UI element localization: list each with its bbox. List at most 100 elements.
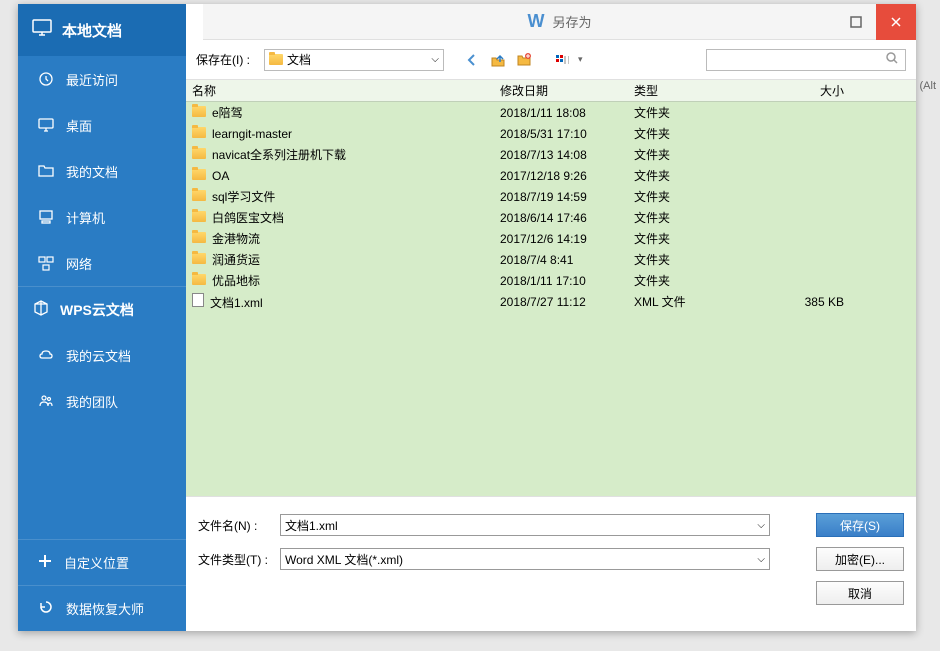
chevron-down-icon: ⌵ bbox=[431, 54, 439, 65]
folder-icon bbox=[192, 253, 206, 264]
file-name: navicat全系列注册机下载 bbox=[212, 148, 346, 162]
list-body[interactable]: e陪驾2018/1/11 18:08文件夹learngit-master2018… bbox=[186, 102, 916, 496]
folder-icon bbox=[269, 54, 283, 65]
sidebar-item-cloud-docs[interactable]: 我的云文档 bbox=[18, 332, 186, 378]
sidebar-header-local: 本地文档 bbox=[18, 4, 186, 56]
file-type: 文件夹 bbox=[628, 188, 762, 205]
search-icon bbox=[885, 51, 899, 68]
save-in-label: 保存在(I) : bbox=[196, 51, 250, 68]
folder-icon bbox=[192, 190, 206, 201]
computer-icon bbox=[38, 209, 54, 225]
folder-icon bbox=[192, 106, 206, 117]
file-type: 文件夹 bbox=[628, 230, 762, 247]
search-input[interactable] bbox=[713, 53, 885, 67]
filetype-value: Word XML 文档(*.xml) bbox=[285, 551, 403, 568]
chevron-down-icon[interactable]: ▾ bbox=[578, 54, 583, 65]
alt-hint: (Alt bbox=[920, 80, 937, 92]
file-row[interactable]: learngit-master2018/5/31 17:10文件夹 bbox=[186, 123, 916, 144]
recovery-icon bbox=[38, 599, 54, 618]
sidebar-data-recovery[interactable]: 数据恢复大师 bbox=[18, 585, 186, 631]
sidebar-custom-location[interactable]: 自定义位置 bbox=[18, 539, 186, 585]
cancel-button[interactable]: 取消 bbox=[816, 581, 904, 605]
search-box[interactable] bbox=[706, 49, 906, 71]
clock-icon bbox=[38, 71, 54, 87]
file-row[interactable]: 优品地标2018/1/11 17:10文件夹 bbox=[186, 270, 916, 291]
save-button[interactable]: 保存(S) bbox=[816, 513, 904, 537]
folder-icon bbox=[192, 211, 206, 222]
file-name: sql学习文件 bbox=[212, 190, 275, 204]
file-row[interactable]: OA2017/12/18 9:26文件夹 bbox=[186, 165, 916, 186]
file-row[interactable]: 润通货运2018/7/4 8:41文件夹 bbox=[186, 249, 916, 270]
file-date: 2018/7/27 11:12 bbox=[494, 295, 628, 309]
sidebar-spacer bbox=[18, 424, 186, 539]
list-header: 名称 修改日期 类型 大小 bbox=[186, 80, 916, 102]
chevron-down-icon: ⌵ bbox=[757, 520, 765, 531]
sidebar-item-network[interactable]: 网络 bbox=[18, 240, 186, 286]
file-name: OA bbox=[212, 169, 229, 183]
close-button[interactable] bbox=[876, 4, 916, 40]
view-list-button[interactable] bbox=[550, 48, 574, 72]
sidebar-item-label: 网络 bbox=[66, 254, 92, 273]
file-type: 文件夹 bbox=[628, 272, 762, 289]
file-type: 文件夹 bbox=[628, 209, 762, 226]
sidebar-item-label: 我的云文档 bbox=[66, 346, 131, 365]
sidebar-item-recent[interactable]: 最近访问 bbox=[18, 56, 186, 102]
sidebar-header-cloud: WPS云文档 bbox=[18, 286, 186, 332]
sidebar-item-team[interactable]: 我的团队 bbox=[18, 378, 186, 424]
folder-icon bbox=[192, 127, 206, 138]
back-button[interactable] bbox=[460, 48, 484, 72]
folder-icon bbox=[38, 163, 54, 179]
sidebar-item-label: 我的文档 bbox=[66, 162, 118, 181]
sidebar-header-label: 本地文档 bbox=[62, 20, 122, 41]
main-area: 保存在(I) : 文档 ⌵ ▾ bbox=[186, 40, 916, 631]
filetype-combo[interactable]: Word XML 文档(*.xml) ⌵ bbox=[280, 548, 770, 570]
file-icon bbox=[192, 293, 204, 307]
filetype-label: 文件类型(T) : bbox=[198, 551, 270, 568]
cloud-icon bbox=[38, 347, 54, 363]
up-button[interactable] bbox=[486, 48, 510, 72]
column-date[interactable]: 修改日期 bbox=[494, 82, 628, 99]
file-row[interactable]: navicat全系列注册机下载 2018/7/13 14:08文件夹 bbox=[186, 144, 916, 165]
sidebar-item-documents[interactable]: 我的文档 bbox=[18, 148, 186, 194]
file-row[interactable]: 金港物流2017/12/6 14:19文件夹 bbox=[186, 228, 916, 249]
app-icon: W bbox=[527, 11, 544, 32]
folder-icon bbox=[192, 148, 206, 159]
titlebar: W 另存为 bbox=[203, 4, 916, 40]
toolbar: 保存在(I) : 文档 ⌵ ▾ bbox=[186, 40, 916, 80]
file-row[interactable]: 文档1.xml 2018/7/27 11:12XML 文件385 KB bbox=[186, 291, 916, 312]
filename-value: 文档1.xml bbox=[285, 517, 338, 534]
folder-icon bbox=[192, 169, 206, 180]
folder-icon bbox=[192, 274, 206, 285]
file-name: 文档1.xml bbox=[210, 296, 263, 310]
file-type: XML 文件 bbox=[628, 293, 762, 310]
file-date: 2018/7/4 8:41 bbox=[494, 253, 628, 267]
maximize-button[interactable] bbox=[836, 4, 876, 40]
sidebar-item-label: 最近访问 bbox=[66, 70, 118, 89]
sidebar-item-label: 计算机 bbox=[66, 208, 105, 227]
filename-combo[interactable]: 文档1.xml ⌵ bbox=[280, 514, 770, 536]
file-date: 2017/12/18 9:26 bbox=[494, 169, 628, 183]
file-type: 文件夹 bbox=[628, 125, 762, 142]
view-buttons: ▾ bbox=[550, 48, 583, 72]
file-size: 385 KB bbox=[762, 295, 850, 309]
column-type[interactable]: 类型 bbox=[628, 82, 762, 99]
sidebar: 本地文档 最近访问 桌面 我的文档 计算机 bbox=[18, 4, 186, 631]
file-date: 2018/1/11 17:10 bbox=[494, 274, 628, 288]
file-name: e陪驾 bbox=[212, 106, 243, 120]
file-row[interactable]: e陪驾2018/1/11 18:08文件夹 bbox=[186, 102, 916, 123]
file-row[interactable]: 白鸽医宝文档2018/6/14 17:46文件夹 bbox=[186, 207, 916, 228]
encrypt-button[interactable]: 加密(E)... bbox=[816, 547, 904, 571]
file-row[interactable]: sql学习文件2018/7/19 14:59文件夹 bbox=[186, 186, 916, 207]
file-date: 2018/7/13 14:08 bbox=[494, 148, 628, 162]
file-type: 文件夹 bbox=[628, 251, 762, 268]
file-type: 文件夹 bbox=[628, 146, 762, 163]
file-list: 名称 修改日期 类型 大小 e陪驾2018/1/11 18:08文件夹learn… bbox=[186, 80, 916, 496]
location-text: 文档 bbox=[287, 51, 311, 68]
location-combo[interactable]: 文档 ⌵ bbox=[264, 49, 444, 71]
column-size[interactable]: 大小 bbox=[762, 82, 850, 99]
window-controls bbox=[836, 4, 916, 40]
new-folder-button[interactable] bbox=[512, 48, 536, 72]
sidebar-item-desktop[interactable]: 桌面 bbox=[18, 102, 186, 148]
column-name[interactable]: 名称 bbox=[186, 82, 494, 99]
sidebar-item-computer[interactable]: 计算机 bbox=[18, 194, 186, 240]
